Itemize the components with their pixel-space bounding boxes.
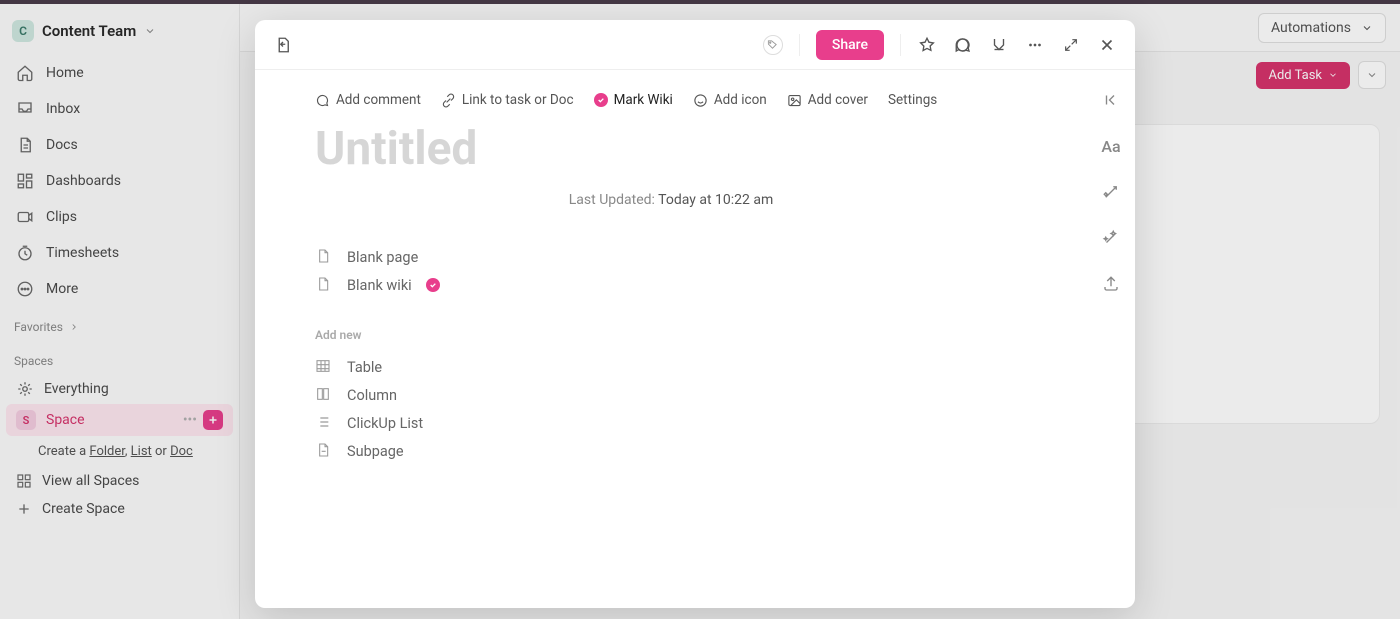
comment-icon[interactable]: [953, 35, 973, 55]
image-icon: [787, 93, 802, 108]
close-icon[interactable]: [1097, 35, 1117, 55]
settings-action[interactable]: Settings: [888, 92, 937, 108]
add-comment-action[interactable]: Add comment: [315, 92, 421, 108]
addnew-clickup-list[interactable]: ClickUp List: [315, 414, 1027, 432]
link-task-action[interactable]: Link to task or Doc: [441, 92, 574, 108]
ai-sparkle-icon[interactable]: [1101, 182, 1121, 202]
subscribe-icon[interactable]: [989, 35, 1009, 55]
wiki-badge-icon: [426, 278, 440, 292]
expand-icon[interactable]: [1061, 35, 1081, 55]
add-cover-action[interactable]: Add cover: [787, 92, 868, 108]
doc-modal: Share Add comment Link to task or Doc: [255, 20, 1135, 608]
template-blank-wiki[interactable]: Blank wiki: [315, 276, 1027, 294]
star-icon[interactable]: [917, 35, 937, 55]
divider: [799, 34, 800, 56]
doc-side-rail: Aa: [1087, 70, 1135, 608]
tag-button[interactable]: [763, 35, 783, 55]
comment-icon: [315, 93, 330, 108]
list-icon: [315, 414, 333, 432]
add-icon-action[interactable]: Add icon: [693, 92, 767, 108]
collapse-rail-icon[interactable]: [1101, 90, 1121, 110]
addnew-column[interactable]: Column: [315, 386, 1027, 404]
wiki-badge-icon: [594, 93, 608, 107]
modal-header: Share: [255, 20, 1135, 70]
doc-title-input[interactable]: Untitled: [315, 122, 1027, 176]
template-blank-page[interactable]: Blank page: [315, 248, 1027, 266]
typography-icon[interactable]: Aa: [1101, 136, 1121, 156]
addnew-subpage[interactable]: Subpage: [315, 442, 1027, 460]
column-icon: [315, 386, 333, 404]
mark-wiki-action[interactable]: Mark Wiki: [594, 92, 673, 108]
last-updated: Last Updated: Today at 10:22 am: [315, 192, 1027, 208]
add-new-label: Add new: [315, 328, 1027, 342]
smile-icon: [693, 93, 708, 108]
divider: [900, 34, 901, 56]
link-icon: [441, 93, 456, 108]
page-icon: [315, 276, 333, 294]
export-icon[interactable]: [1101, 274, 1121, 294]
page-icon: [315, 248, 333, 266]
addnew-table[interactable]: Table: [315, 358, 1027, 376]
doc-back-icon[interactable]: [273, 35, 293, 55]
subpage-icon: [315, 442, 333, 460]
more-dots-icon[interactable]: [1025, 35, 1045, 55]
doc-action-bar: Add comment Link to task or Doc Mark Wik…: [315, 92, 1027, 108]
share-button[interactable]: Share: [816, 30, 884, 60]
table-icon: [315, 358, 333, 376]
magic-wand-icon[interactable]: [1101, 228, 1121, 248]
